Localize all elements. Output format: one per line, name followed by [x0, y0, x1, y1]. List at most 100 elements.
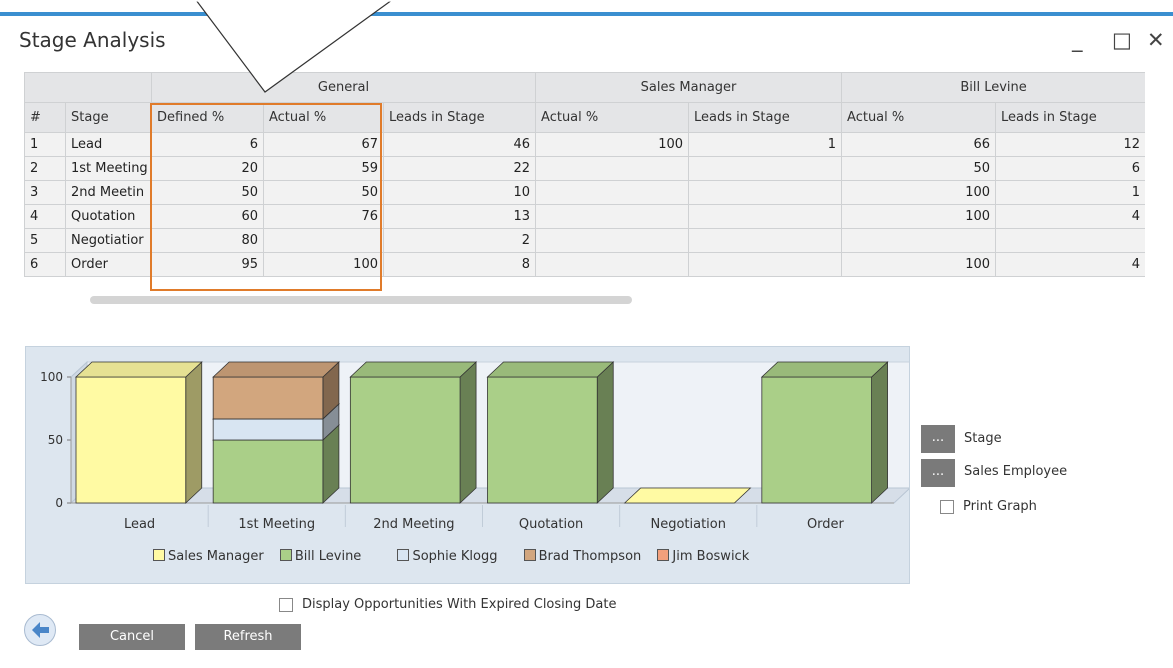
arrow-left-icon — [32, 622, 49, 638]
print-graph-label: Print Graph — [963, 499, 1037, 514]
table-cell: 12 — [995, 132, 1145, 157]
x-tick-label: Lead — [124, 517, 155, 532]
x-tick-label: Quotation — [519, 517, 583, 532]
column-header[interactable]: Leads in Stage — [382, 102, 537, 133]
table-cell: 4 — [995, 252, 1145, 277]
table-cell: 1st Meeting — [65, 156, 152, 181]
table-cell: 100 — [841, 180, 997, 205]
cancel-button[interactable]: Cancel — [79, 624, 185, 650]
legend-swatch — [153, 549, 165, 561]
chart-bar — [487, 376, 598, 504]
table-cell: 2nd Meetin — [65, 180, 152, 205]
y-tick-label: 50 — [48, 433, 63, 447]
chart-bar — [761, 376, 872, 504]
table-row[interactable]: 1 Lead 6 67 46 100 1 66 12 — [24, 132, 1145, 157]
table-cell — [535, 252, 690, 277]
horizontal-scrollbar[interactable] — [90, 296, 632, 304]
table-cell — [688, 204, 843, 229]
minimize-button[interactable]: _ — [1072, 28, 1083, 52]
table-cell: 8 — [382, 252, 537, 277]
column-header[interactable]: # — [24, 102, 66, 133]
table-cell: 50 — [151, 180, 264, 205]
group-header-bill-levine: Bill Levine — [841, 72, 1145, 103]
table-cell: 95 — [151, 252, 264, 277]
table-cell: 2 — [382, 228, 537, 253]
table-cell: 22 — [382, 156, 537, 181]
table-row[interactable]: 5 Negotiatior 80 2 — [24, 228, 1145, 253]
chart-legend: Sales Manager Bill Levine Sophie Klogg B… — [153, 549, 761, 564]
legend-item: Brad Thompson — [523, 549, 642, 564]
table-cell: 50 — [263, 180, 384, 205]
table-cell — [688, 252, 843, 277]
legend-label: Sophie Klogg — [412, 549, 498, 564]
column-header[interactable]: Actual % — [841, 102, 997, 133]
chart-bar — [349, 376, 461, 504]
legend-swatch — [523, 549, 536, 561]
legend-item: Sophie Klogg — [397, 549, 498, 564]
table-cell: 1 — [688, 132, 843, 157]
group-header-sales-manager: Sales Manager — [535, 72, 843, 103]
back-button[interactable] — [24, 614, 56, 646]
table-cell: 10 — [382, 180, 537, 205]
group-header-general: General — [150, 72, 537, 103]
table-cell: 13 — [382, 204, 537, 229]
table-cell: 3 — [24, 180, 66, 205]
table-cell: 76 — [263, 204, 384, 229]
table-row[interactable]: 4 Quotation 60 76 13 100 4 — [24, 204, 1145, 229]
legend-label: Brad Thompson — [538, 549, 642, 564]
column-header[interactable]: Leads in Stage — [688, 102, 843, 133]
table-cell: 4 — [24, 204, 66, 229]
legend-swatch — [397, 549, 410, 561]
print-graph-checkbox[interactable] — [940, 500, 954, 514]
table-row[interactable]: 6 Order 95 100 8 100 4 — [24, 252, 1145, 277]
column-header[interactable]: Stage — [65, 102, 152, 133]
maximize-button[interactable]: □ — [1112, 28, 1132, 52]
column-header[interactable]: Actual % — [263, 102, 384, 133]
table-cell — [535, 180, 690, 205]
table-cell: Negotiatior — [65, 228, 152, 253]
column-header[interactable]: Actual % — [535, 102, 690, 133]
legend-item: Jim Boswick — [657, 549, 749, 564]
table-cell: 80 — [151, 228, 264, 253]
expired-closing-date-checkbox[interactable] — [279, 598, 293, 612]
stage-select-button[interactable]: ... — [921, 425, 955, 453]
chart-bar — [75, 376, 187, 504]
chart-bar-side — [185, 361, 203, 504]
table-cell — [263, 228, 384, 253]
chart-bar-side — [871, 361, 888, 504]
chart-bar-side — [459, 361, 477, 504]
table-cell — [688, 180, 843, 205]
group-header-blank — [24, 72, 152, 103]
legend-label: Jim Boswick — [672, 549, 750, 564]
legend-label: Sales Manager — [168, 549, 264, 564]
sales-employee-select-button[interactable]: ... — [921, 459, 955, 487]
table-cell — [841, 228, 997, 253]
table-cell: 6 — [151, 132, 264, 157]
table-cell — [995, 228, 1145, 253]
table-cell: 1 — [24, 132, 66, 157]
table-row[interactable]: 3 2nd Meetin 50 50 10 100 1 — [24, 180, 1145, 205]
legend-swatch — [657, 549, 670, 561]
chart-bar-top — [349, 361, 478, 378]
x-tick-label: Negotiation — [650, 517, 726, 532]
chart-bar-side — [596, 361, 614, 504]
column-header[interactable]: Defined % — [151, 102, 264, 133]
table-cell: 5 — [24, 228, 66, 253]
legend-swatch — [279, 549, 292, 561]
table-cell: 60 — [151, 204, 264, 229]
column-header[interactable]: Leads in Stage — [995, 102, 1145, 133]
table-cell: 1 — [995, 180, 1145, 205]
close-button[interactable]: ✕ — [1147, 28, 1165, 52]
table-cell: 4 — [995, 204, 1145, 229]
table-cell: 100 — [263, 252, 384, 277]
table-cell — [535, 204, 690, 229]
table-row[interactable]: 2 1st Meeting 20 59 22 50 6 — [24, 156, 1145, 181]
expired-closing-date-label: Display Opportunities With Expired Closi… — [302, 597, 617, 612]
table-cell: 50 — [841, 156, 997, 181]
table-cell: 46 — [382, 132, 537, 157]
refresh-button[interactable]: Refresh — [195, 624, 301, 650]
chart-plot: 100 50 0 Lead 1st Meeting 2nd Meeting Quotatio… — [40, 360, 909, 532]
y-tick-label: 100 — [40, 370, 63, 384]
table-cell — [535, 228, 690, 253]
table-cell: 66 — [841, 132, 997, 157]
